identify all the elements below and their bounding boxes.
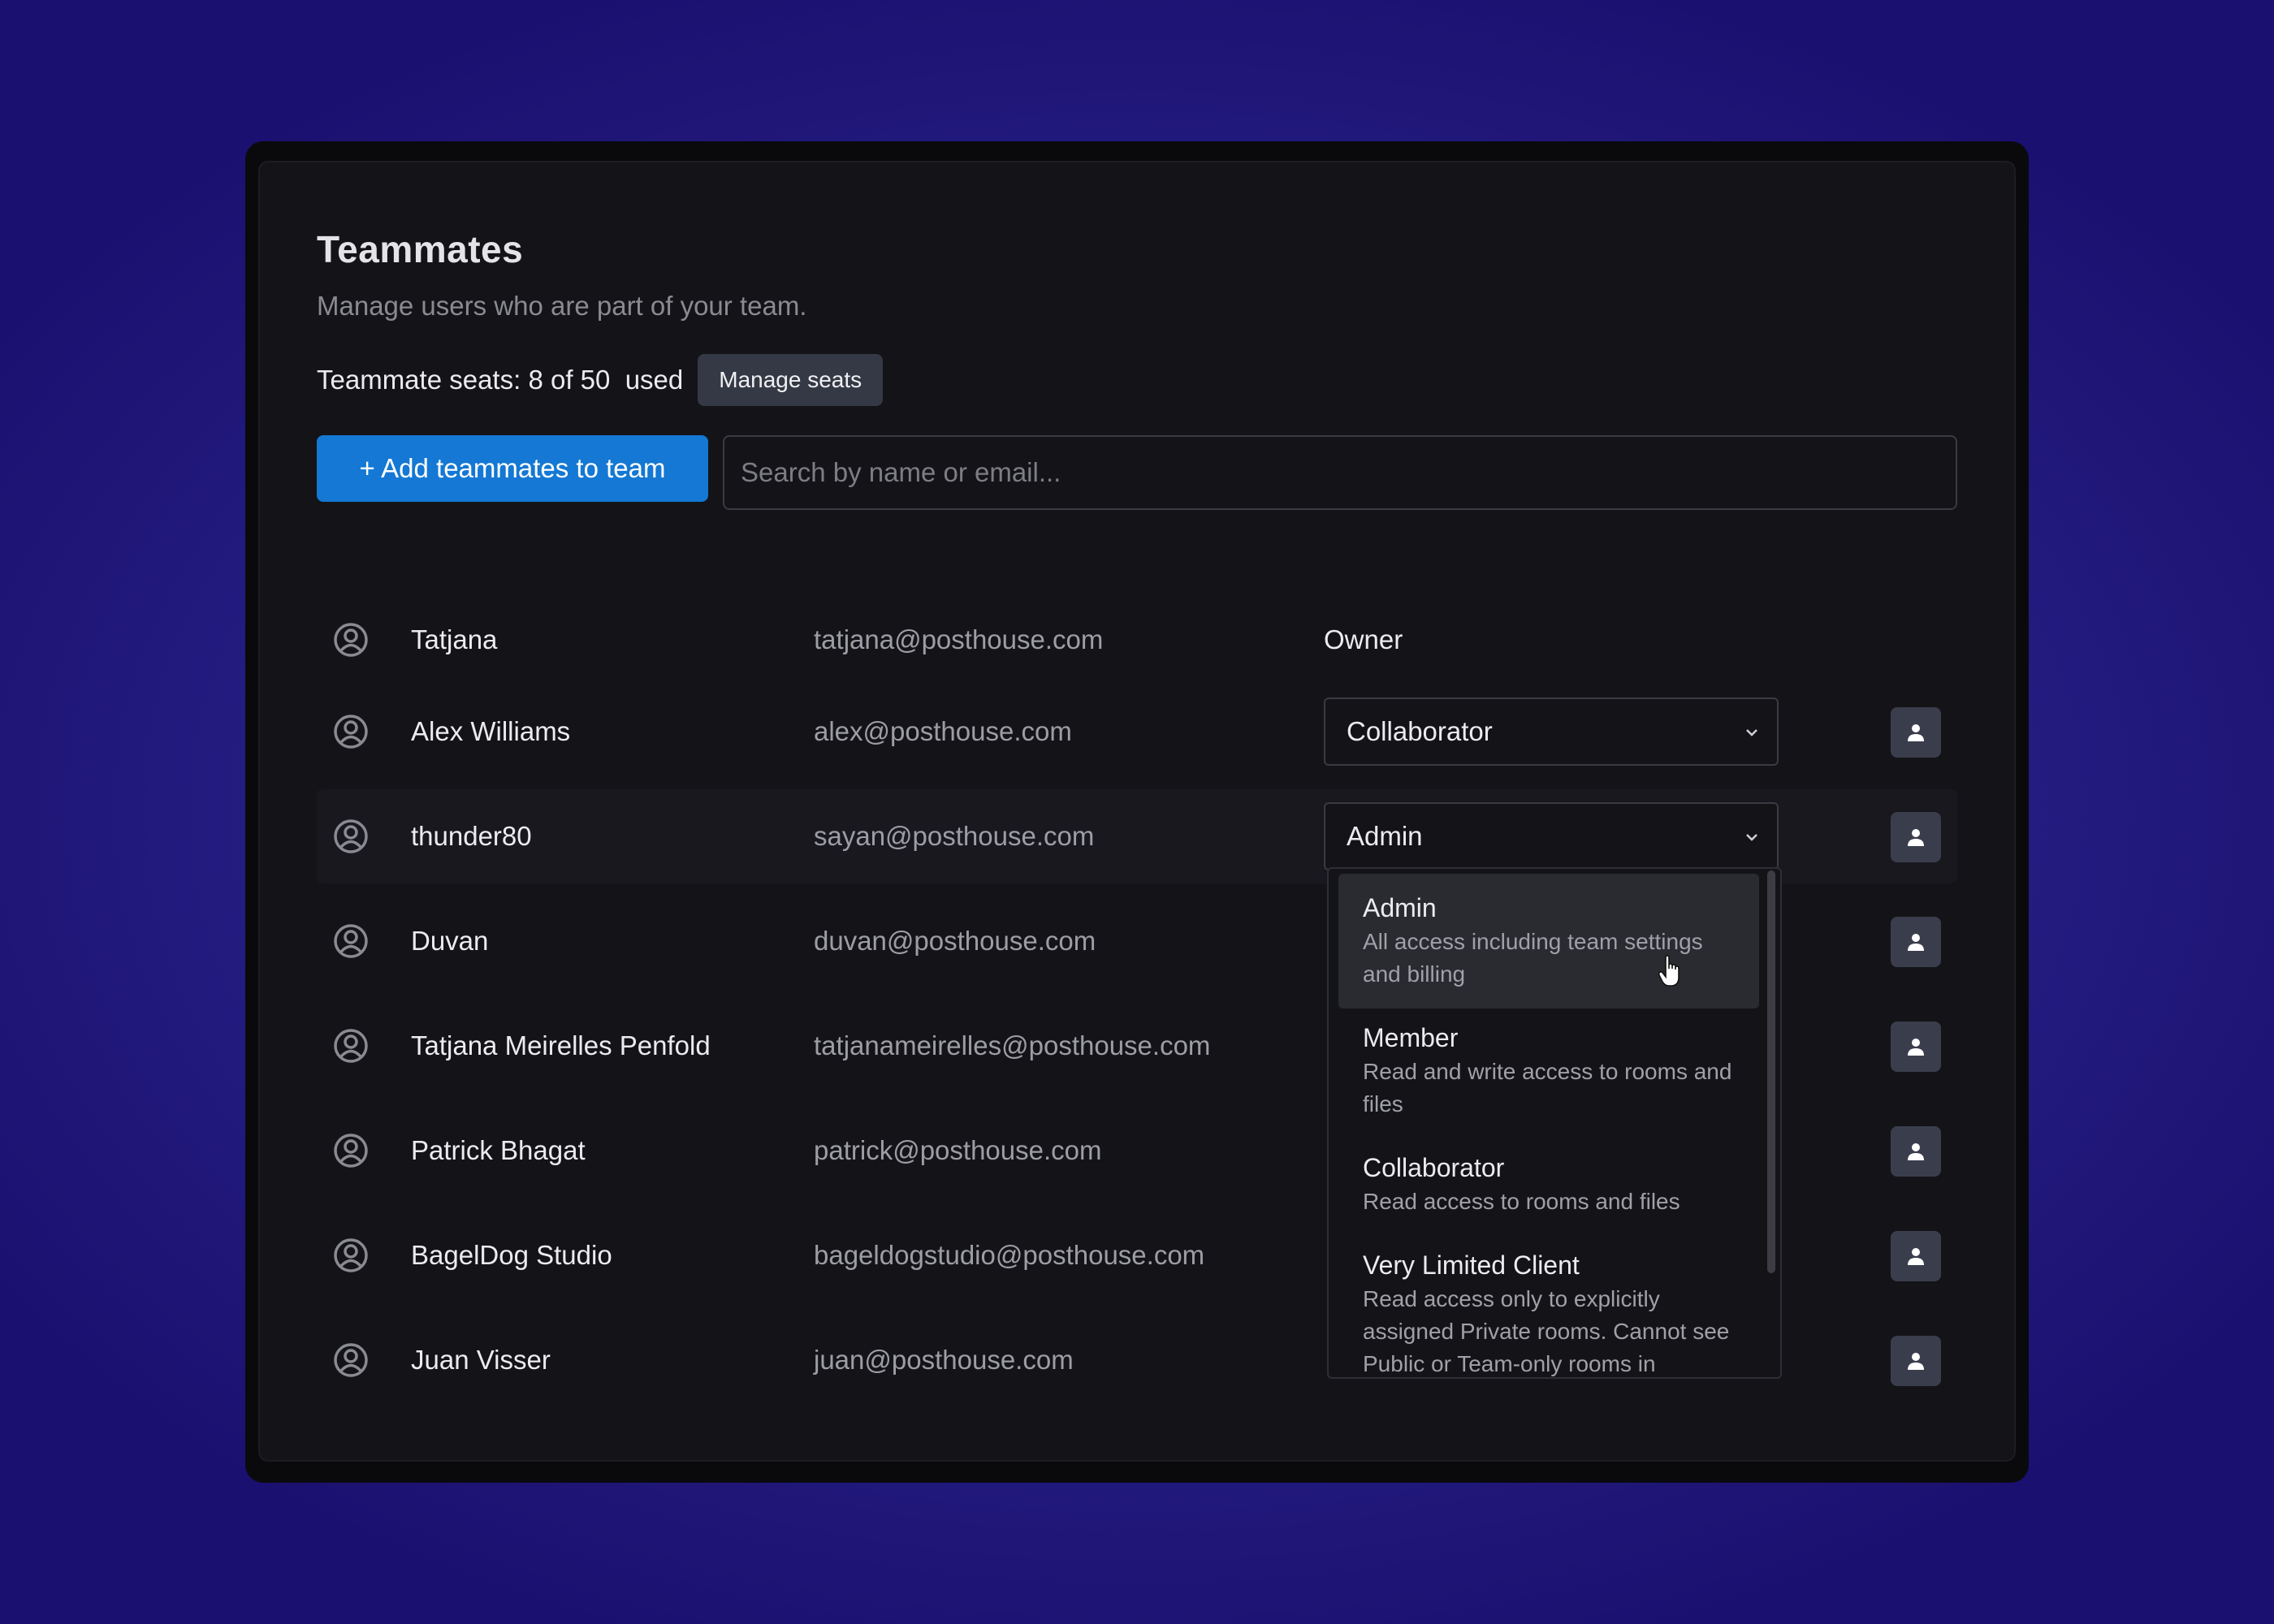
teammate-name: Tatjana Meirelles Penfold [411, 1030, 711, 1060]
user-circle-icon [334, 1343, 368, 1377]
role-select[interactable]: Admin [1324, 802, 1779, 870]
teammate-name: thunder80 [411, 821, 532, 851]
teammate-email: tatjanameirelles@posthouse.com [814, 1030, 1211, 1060]
teammate-row: Alex Williams alex@posthouse.com Collabo… [317, 685, 1957, 779]
user-circle-icon [334, 1029, 368, 1063]
manage-seats-button[interactable]: Manage seats [698, 354, 884, 406]
teammate-email: bageldogstudio@posthouse.com [814, 1240, 1205, 1270]
role-option-description: Read access only to explicitly assigned … [1363, 1286, 1730, 1376]
chevron-down-icon [1746, 729, 1757, 736]
role-option-title: Collaborator [1363, 1153, 1505, 1182]
user-icon [1908, 1039, 1924, 1056]
user-action-button[interactable] [1891, 1336, 1941, 1386]
teammate-email: tatjana@posthouse.com [814, 624, 1104, 654]
user-circle-icon [334, 1238, 368, 1272]
role-dropdown-menu: Admin All access including team settings… [1327, 867, 1782, 1379]
user-circle-icon [334, 924, 368, 958]
user-action-button[interactable] [1891, 1231, 1941, 1281]
role-select[interactable]: Collaborator [1324, 698, 1779, 766]
teammate-name: Tatjana [411, 624, 498, 654]
role-option-description: Read and write access to rooms and files [1363, 1059, 1732, 1116]
teammate-row: Tatjana tatjana@posthouse.com Owner [317, 593, 1957, 687]
page-subtitle: Manage users who are part of your team. [317, 291, 807, 321]
teammate-name: BagelDog Studio [411, 1240, 612, 1270]
teammate-email: patrick@posthouse.com [814, 1135, 1102, 1165]
add-teammates-button[interactable]: + Add teammates to team [317, 435, 708, 502]
page-title: Teammates [317, 228, 524, 270]
teammate-name: Duvan [411, 926, 489, 956]
hand-pointer-icon [1658, 955, 1680, 987]
user-circle-icon [334, 715, 368, 749]
chevron-down-icon [1746, 834, 1757, 841]
role-select-value: Admin [1347, 821, 1423, 851]
role-option-description: Read access to rooms and files [1363, 1189, 1680, 1214]
user-icon [1908, 1353, 1924, 1370]
role-option-title: Very Limited Client [1363, 1250, 1580, 1280]
role-option-very-limited-client[interactable]: Very Limited Client Read access only to … [1338, 1231, 1759, 1377]
user-action-button[interactable] [1891, 1126, 1941, 1177]
user-icon [1908, 724, 1924, 741]
user-action-button[interactable] [1891, 917, 1941, 967]
user-action-button[interactable] [1891, 1021, 1941, 1072]
user-action-button[interactable] [1891, 707, 1941, 758]
user-circle-icon [334, 1134, 368, 1168]
teammate-email: sayan@posthouse.com [814, 821, 1095, 851]
user-icon [1908, 1143, 1924, 1160]
teammate-email: duvan@posthouse.com [814, 926, 1096, 956]
teammate-name: Juan Visser [411, 1345, 551, 1375]
user-circle-icon [334, 623, 368, 657]
teammate-name: Alex Williams [411, 716, 571, 746]
user-action-button[interactable] [1891, 812, 1941, 862]
user-icon [1908, 1248, 1924, 1265]
role-option-member[interactable]: Member Read and write access to rooms an… [1338, 1004, 1759, 1138]
role-option-collaborator[interactable]: Collaborator Read access to rooms and fi… [1338, 1134, 1759, 1236]
role-option-admin[interactable]: Admin All access including team settings… [1338, 874, 1759, 1009]
role-option-title: Admin [1363, 893, 1437, 922]
user-icon [1908, 829, 1924, 846]
user-circle-icon [334, 819, 368, 853]
dropdown-scrollbar[interactable] [1767, 870, 1775, 1273]
user-icon [1908, 934, 1924, 951]
seat-usage: Teammate seats: 8 of 50 used Manage seat… [317, 354, 884, 406]
search-input[interactable] [723, 435, 1957, 510]
role-select-value: Collaborator [1347, 716, 1493, 746]
teammate-role: Owner [1324, 624, 1403, 654]
teammate-email: juan@posthouse.com [814, 1345, 1074, 1375]
teammate-email: alex@posthouse.com [814, 716, 1072, 746]
seat-usage-text: Teammate seats: 8 of 50 used [317, 365, 684, 395]
role-option-title: Member [1363, 1023, 1459, 1052]
teammate-name: Patrick Bhagat [411, 1135, 586, 1165]
